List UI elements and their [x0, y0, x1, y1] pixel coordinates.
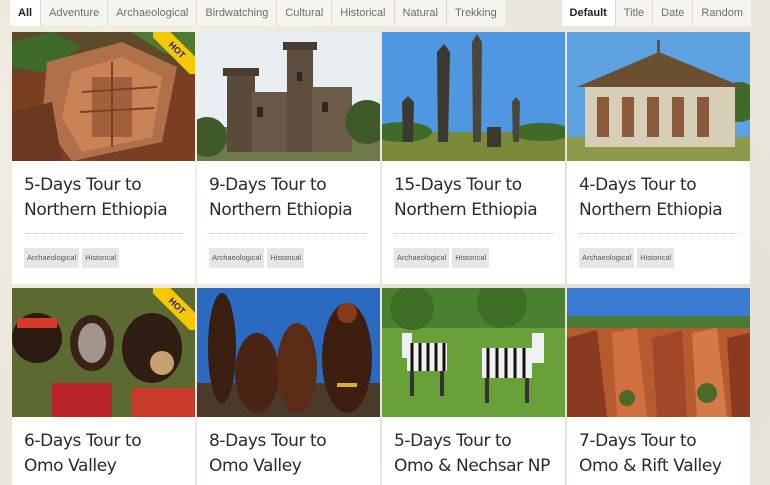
tour-card[interactable]: HOT 5-Days Tour to Northern Ethiopia Arc…: [12, 32, 195, 284]
tour-title[interactable]: 9-Days Tour to Northern Ethiopia: [197, 161, 380, 233]
tour-title[interactable]: 4-Days Tour to Northern Ethiopia: [567, 161, 750, 233]
tour-image-zebras[interactable]: [382, 288, 565, 417]
tag-archaeological[interactable]: Archaeological: [209, 248, 265, 268]
tour-image-obelisks[interactable]: [382, 32, 565, 161]
tour-title[interactable]: 5-Days Tour to Omo & Nechsar NP: [382, 417, 565, 485]
tour-image-rock-church[interactable]: HOT: [12, 32, 195, 161]
filter-natural[interactable]: Natural: [395, 0, 447, 26]
tour-image-canyon[interactable]: [567, 288, 750, 417]
hot-badge: HOT: [153, 32, 195, 74]
tag-historical[interactable]: Historical: [267, 248, 305, 268]
sort-bar: Default Title Date Random: [561, 0, 751, 26]
tour-card[interactable]: 9-Days Tour to Northern Ethiopia Archaeo…: [197, 32, 380, 284]
tour-image-tribe-portrait[interactable]: HOT: [12, 288, 195, 417]
tag-list: Archaeological Historical: [567, 234, 750, 268]
filter-trekking[interactable]: Trekking: [447, 0, 505, 26]
filter-archaeological[interactable]: Archaeological: [108, 0, 198, 26]
tour-title[interactable]: 6-Days Tour to Omo Valley: [12, 417, 195, 485]
tag-archaeological[interactable]: Archaeological: [24, 248, 80, 268]
tag-list: Archaeological Historical: [12, 234, 195, 268]
tour-card[interactable]: 5-Days Tour to Omo & Nechsar NP: [382, 288, 565, 485]
tour-card[interactable]: 7-Days Tour to Omo & Rift Valley: [567, 288, 750, 485]
sort-title[interactable]: Title: [616, 0, 654, 26]
tour-image-tribe-group[interactable]: [197, 288, 380, 417]
tag-list: Archaeological Historical: [197, 234, 380, 268]
tour-card[interactable]: 4-Days Tour to Northern Ethiopia Archaeo…: [567, 32, 750, 284]
sort-random[interactable]: Random: [693, 0, 751, 26]
filter-cultural[interactable]: Cultural: [277, 0, 333, 26]
tour-image-castle[interactable]: [197, 32, 380, 161]
tag-historical[interactable]: Historical: [637, 248, 675, 268]
sort-default[interactable]: Default: [561, 0, 616, 26]
tag-historical[interactable]: Historical: [452, 248, 490, 268]
hot-badge: HOT: [153, 288, 195, 330]
category-filter-bar: All Adventure Archaeological Birdwatchin…: [10, 0, 505, 26]
filter-birdwatching[interactable]: Birdwatching: [197, 0, 278, 26]
tag-archaeological[interactable]: Archaeological: [579, 248, 635, 268]
filter-historical[interactable]: Historical: [332, 0, 395, 26]
tour-card[interactable]: 8-Days Tour to Omo Valley: [197, 288, 380, 485]
tour-title[interactable]: 7-Days Tour to Omo & Rift Valley: [567, 417, 750, 485]
tour-card[interactable]: HOT 6-Days Tour to Omo Valley: [12, 288, 195, 485]
tour-title[interactable]: 5-Days Tour to Northern Ethiopia: [12, 161, 195, 233]
tour-title[interactable]: 8-Days Tour to Omo Valley: [197, 417, 380, 485]
tour-title[interactable]: 15-Days Tour to Northern Ethiopia: [382, 161, 565, 233]
tag-archaeological[interactable]: Archaeological: [394, 248, 450, 268]
filter-adventure[interactable]: Adventure: [41, 0, 109, 26]
tag-list: Archaeological Historical: [382, 234, 565, 268]
tour-image-round-church[interactable]: [567, 32, 750, 161]
tour-grid: HOT 5-Days Tour to Northern Ethiopia Arc…: [12, 32, 750, 485]
tour-card[interactable]: 15-Days Tour to Northern Ethiopia Archae…: [382, 32, 565, 284]
filter-all[interactable]: All: [10, 0, 42, 26]
sort-date[interactable]: Date: [653, 0, 694, 26]
tag-historical[interactable]: Historical: [82, 248, 120, 268]
